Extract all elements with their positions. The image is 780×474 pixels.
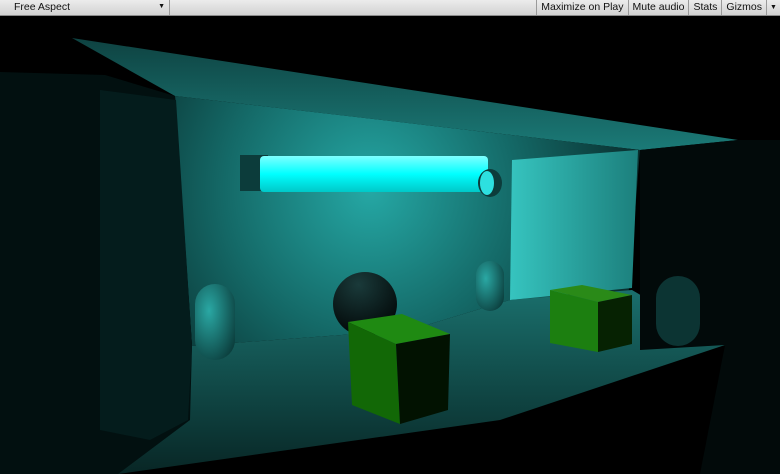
aspect-dropdown[interactable]: Free Aspect ▼: [0, 0, 170, 15]
chevron-down-icon: ▼: [158, 3, 165, 10]
stats-button[interactable]: Stats: [688, 0, 721, 15]
gizmos-button[interactable]: Gizmos: [721, 0, 766, 15]
maximize-on-play-button[interactable]: Maximize on Play: [536, 0, 627, 15]
game-viewport[interactable]: [0, 16, 780, 474]
capsule-back: [476, 261, 504, 311]
mute-audio-button[interactable]: Mute audio: [627, 0, 689, 15]
rendered-scene: [0, 38, 780, 474]
game-view-toolbar: Free Aspect ▼ Maximize on Play Mute audi…: [0, 0, 780, 16]
light-tube: [260, 156, 488, 192]
aspect-label: Free Aspect: [14, 1, 71, 13]
gizmos-menu-button[interactable]: ▼: [766, 0, 780, 15]
capsule-left: [195, 284, 235, 360]
capsule-right: [656, 276, 700, 346]
chevron-down-icon: ▼: [770, 4, 777, 11]
right-wall: [510, 150, 638, 300]
